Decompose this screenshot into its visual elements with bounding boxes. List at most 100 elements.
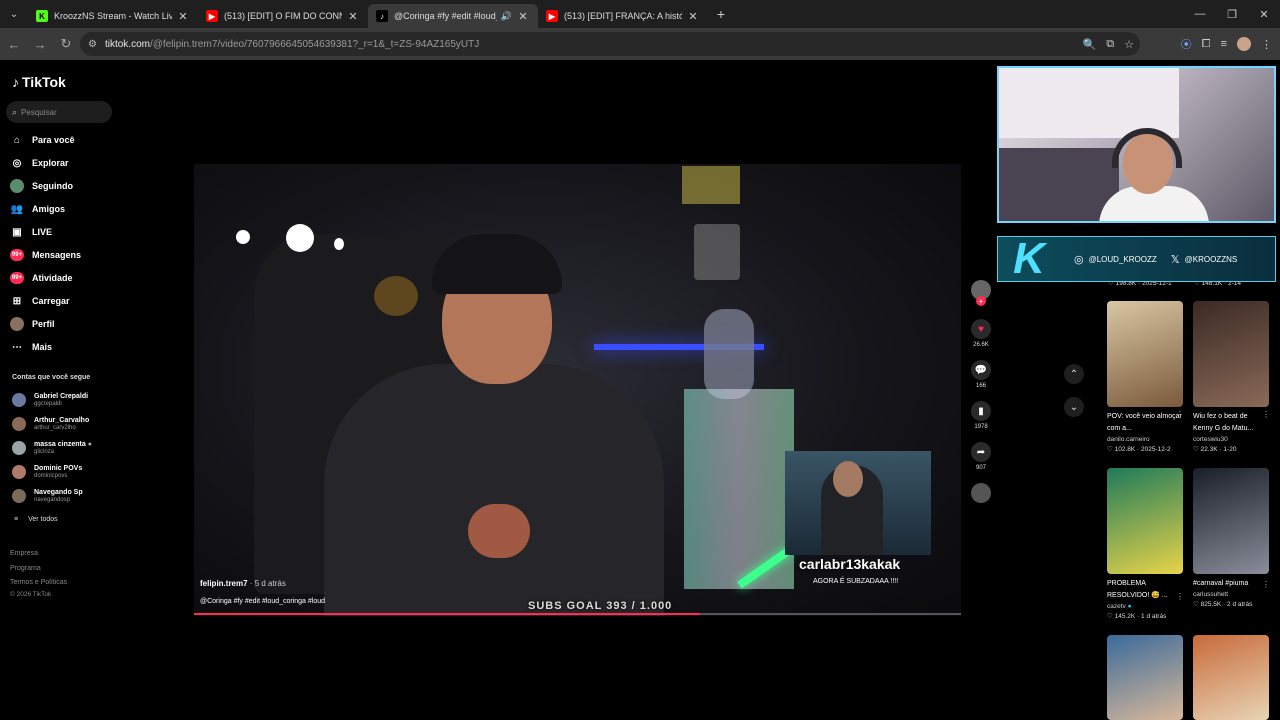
card-thumbnail [1193, 635, 1269, 720]
footer-link[interactable]: Termos e Políticas [10, 579, 67, 586]
instagram-handle: ◎ @LOUD_KROOZZ [1074, 253, 1157, 266]
card-thumbnail [1193, 301, 1269, 407]
nav-following[interactable]: Seguindo [10, 177, 73, 195]
profile-avatar-icon[interactable] [1237, 37, 1251, 51]
video-progress-bar[interactable] [194, 613, 961, 615]
feed-card[interactable]: PROBLEMA RESOLVIDO! 😅 ... cazetv ● ♡ 145… [1107, 468, 1183, 620]
feed-card[interactable]: POV: você veio almoçar com a... danilo.c… [1107, 301, 1183, 453]
site-info-icon[interactable]: ⚙ [88, 39, 97, 50]
nav-live[interactable]: ▣ LIVE [10, 223, 52, 241]
list-icon: ≡ [14, 516, 19, 523]
creator-avatar-button[interactable]: + [970, 280, 992, 306]
install-app-icon[interactable]: ⧉ [1106, 38, 1114, 51]
avatar [12, 417, 26, 431]
card-title: Wiu fez o beat de Kenny G do Matu... [1193, 413, 1254, 432]
new-tab-button[interactable]: + [708, 6, 734, 22]
nav-upload[interactable]: ⊞ Carregar [10, 292, 70, 310]
extensions-icon[interactable]: ⧠ [1202, 38, 1211, 51]
close-window-icon[interactable]: ✕ [1248, 0, 1280, 28]
menu-kebab-icon[interactable]: ⋮ [1261, 38, 1272, 51]
tab-close-icon[interactable]: ✕ [686, 10, 700, 23]
streamer-webcam-overlay [997, 66, 1276, 223]
followed-account[interactable]: Gabriel Crepaldi ggcrepaldi [12, 390, 88, 410]
footer-link[interactable]: Programa [10, 565, 41, 572]
like-button[interactable]: ♥ 26.6K [970, 319, 992, 348]
window-controls: — ❐ ✕ [1184, 0, 1280, 28]
feed-card[interactable] [1193, 635, 1269, 720]
bookmark-star-icon[interactable]: ☆ [1124, 38, 1134, 51]
nav-explore[interactable]: ◎ Explorar [10, 154, 69, 172]
share-button[interactable]: ➦ 907 [970, 442, 992, 471]
nav-for-you[interactable]: ⌂ Para você [10, 131, 75, 149]
comment-button[interactable]: 💬 166 [970, 360, 992, 389]
followed-account[interactable]: Arthur_Carvalho arthur_carv2lho [12, 414, 89, 434]
restore-icon[interactable]: ❐ [1216, 0, 1248, 28]
bubble-emoji-icon [334, 238, 344, 250]
account-handle: glicinza [34, 449, 55, 455]
zoom-icon[interactable]: 🔍 [1083, 38, 1097, 51]
nav-more[interactable]: ⋯ Mais [10, 338, 52, 356]
browser-tab[interactable]: ▶ (513) [EDIT] FRANÇA: A história ✕ [538, 4, 708, 28]
reload-icon[interactable]: ↻ [54, 32, 78, 56]
audio-extension-icon[interactable]: ⦿ [1181, 36, 1192, 52]
feed-card[interactable]: Wiu fez o beat de Kenny G do Matu... cor… [1193, 301, 1269, 453]
more-options-icon[interactable]: ⋮ [1176, 592, 1184, 601]
nav-messages[interactable]: 99+ Mensagens [10, 246, 81, 264]
feed-card[interactable] [1107, 635, 1183, 720]
more-options-icon[interactable]: ⋮ [1262, 580, 1270, 589]
account-handle: navegandosp [34, 497, 71, 503]
nav-label: Seguindo [32, 181, 73, 191]
video-caption[interactable]: @Coringa #fy #edit #loud_coringa #loud [200, 598, 325, 605]
avatar [12, 393, 26, 407]
music-disc-button[interactable] [970, 483, 992, 503]
views: 825.5K [1200, 601, 1222, 608]
followed-account[interactable]: Dominic POVs dominicpovs [12, 462, 82, 482]
tab-title: (513) [EDIT] O FIM DO CONNOR [224, 11, 342, 21]
forward-icon[interactable]: → [28, 32, 52, 56]
address-bar[interactable]: ⚙ tiktok.com /@felipin.trem7/video/76079… [80, 32, 1140, 56]
tab-close-icon[interactable]: ✕ [176, 10, 190, 23]
nav-profile[interactable]: Perfil [10, 315, 55, 333]
feed-card[interactable]: #carnaval #piuma carlussuhett ♡ 825.5K ·… [1193, 468, 1269, 608]
nav-activity[interactable]: 99+ Atividade [10, 269, 73, 287]
more-options-icon[interactable]: ⋮ [1262, 410, 1270, 419]
browser-tab-active[interactable]: ♪ @Coringa #fy #edit #loud_coringa 🔊 ✕ [368, 4, 538, 28]
tiktok-logo[interactable]: ♪ TikTok [12, 74, 66, 90]
share-count: 907 [975, 465, 986, 471]
save-button[interactable]: ▮ 1978 [970, 401, 992, 430]
date: 1 d atrás [1141, 613, 1167, 620]
views: 22.3K [1200, 446, 1218, 453]
profile-icon [10, 317, 24, 331]
tab-search-icon[interactable]: ⌄ [0, 0, 28, 28]
account-name: Arthur_Carvalho [34, 417, 90, 424]
nav-label: Amigos [32, 204, 66, 214]
browser-tab[interactable]: K KroozzNS Stream - Watch Live ✕ [28, 4, 198, 28]
previous-video-button[interactable]: ⌃ [1064, 364, 1084, 384]
extensions-area: ⦿ ⧠ ≡ ⋮ [1181, 32, 1272, 56]
media-control-icon[interactable]: ≡ [1221, 38, 1227, 50]
video-scene-chair-logo [374, 276, 418, 316]
followed-account[interactable]: Navegando Sp navegandosp [12, 486, 83, 506]
nav-friends[interactable]: 👥 Amigos [10, 200, 65, 218]
search-input[interactable]: ⌕ Pesquisar [6, 101, 112, 123]
tab-close-icon[interactable]: ✕ [346, 10, 360, 23]
back-icon[interactable]: ← [2, 32, 26, 56]
tab-title: (513) [EDIT] FRANÇA: A história [564, 11, 682, 21]
browser-tab[interactable]: ▶ (513) [EDIT] O FIM DO CONNOR ✕ [198, 4, 368, 28]
nav-label: Mensagens [32, 250, 82, 260]
footer-link[interactable]: Empresa [10, 550, 38, 557]
speaker-icon[interactable]: 🔊 [501, 11, 512, 22]
more-options-icon[interactable]: ⋮ [1176, 410, 1184, 419]
video-player[interactable]: carlabr13kakak AGORA É SUBZADAAA !!!! fe… [194, 164, 961, 616]
minimize-icon[interactable]: — [1184, 0, 1216, 28]
follow-plus-icon[interactable]: + [976, 296, 986, 306]
footer-copyright: © 2026 TikTok [10, 591, 52, 598]
card-title: #carnaval #piuma [1193, 580, 1249, 587]
followed-account[interactable]: massa cinzenta ● glicinza [12, 438, 92, 458]
tab-close-icon[interactable]: ✕ [516, 10, 530, 23]
x-text: @KROOZZNS [1184, 254, 1238, 264]
see-all-link[interactable]: ≡ Ver todos [14, 516, 58, 523]
video-author[interactable]: felipin.trem7 · 5 d atrás [200, 579, 286, 588]
next-video-button[interactable]: ⌄ [1064, 397, 1084, 417]
card-thumbnail [1193, 468, 1269, 574]
